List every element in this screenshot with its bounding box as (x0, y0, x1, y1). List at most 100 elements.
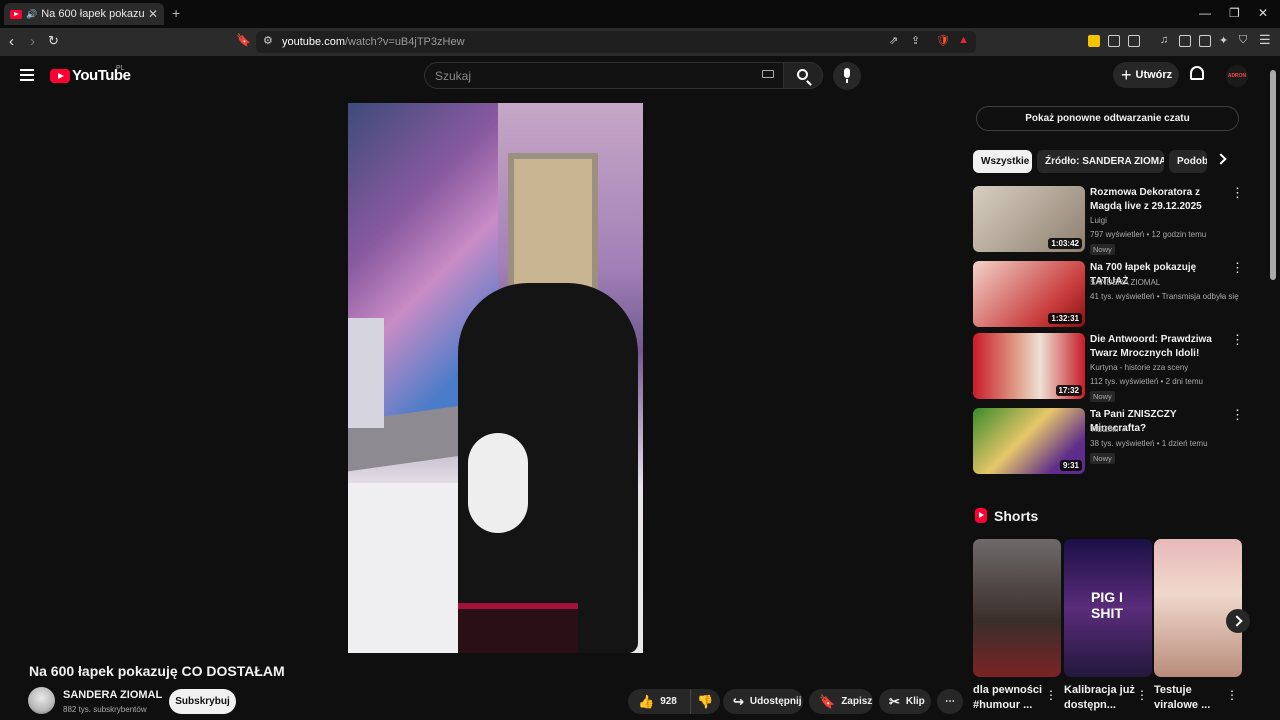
notifications-bell-icon[interactable] (1190, 66, 1204, 80)
recommendation-channel: SANDERA ZIOMAL (1090, 278, 1161, 287)
search-button[interactable] (783, 62, 823, 89)
shorts-heading: Shorts (994, 508, 1039, 524)
restore-icon[interactable]: ❐ (1229, 6, 1240, 20)
recommendation-item[interactable]: 17:32 Die Antwoord: Prawdziwa Twarz Mroc… (973, 333, 1244, 402)
short-title[interactable]: dla pewności #humour ... (973, 683, 1049, 713)
subscriber-count: 882 tys. subskrybentów (63, 705, 147, 714)
url-path: /watch?v=uB4jTP3zHew (344, 36, 465, 48)
short-title[interactable]: Kalibracja już dostępn... (1064, 683, 1140, 713)
menu-hamburger-icon[interactable] (20, 69, 34, 81)
more-options-icon[interactable]: ⋮ (1136, 688, 1148, 702)
more-options-icon[interactable]: ⋮ (1231, 261, 1244, 274)
share-page-icon[interactable]: ⇪ (911, 34, 920, 47)
short-title[interactable]: Testuje viralowe ... (1154, 683, 1230, 713)
chip-all[interactable]: Wszystkie (973, 150, 1032, 173)
search-box (424, 62, 784, 89)
recommendation-item[interactable]: 1:32:31 Na 700 łapek pokazuję TATUAŻ SAN… (973, 261, 1244, 329)
chevron-right-icon[interactable] (1215, 153, 1227, 165)
recommendation-meta: 38 tys. wyświetleń • 1 dzień temu (1090, 439, 1208, 448)
recommendation-item[interactable]: 9:31 Ta Pani ZNISZCZY Minecrafta? TIDZIM… (973, 408, 1244, 476)
voice-search-button[interactable] (833, 62, 861, 90)
new-tab-button[interactable]: + (172, 5, 180, 21)
forward-icon[interactable]: › (30, 33, 35, 50)
media-control-icon[interactable]: ♫ (1160, 34, 1168, 46)
plus-icon: + (1121, 65, 1132, 85)
back-icon[interactable]: ‹ (9, 33, 14, 50)
more-options-icon[interactable]: ⋮ (1231, 333, 1244, 346)
close-tab-icon[interactable]: ✕ (148, 7, 158, 21)
short-thumbnail[interactable]: PIG I SHIT (1064, 539, 1152, 677)
more-icon: ⋯ (945, 696, 955, 707)
scrollbar-thumb[interactable] (1270, 70, 1276, 280)
close-window-icon[interactable]: ✕ (1258, 6, 1268, 20)
like-button[interactable]: 👍 928 (628, 689, 690, 714)
brave-shields-icon[interactable]: 🛡 (936, 34, 950, 47)
video-thumbnail[interactable]: 17:32 (973, 333, 1085, 399)
recommendation-meta: 797 wyświetleń • 12 godzin temu (1090, 230, 1207, 239)
vpn-icon[interactable]: ⛉ (1239, 34, 1247, 47)
youtube-play-icon (50, 68, 70, 83)
recommendation-title: Rozmowa Dekoratora z Magdą live z 29.12.… (1090, 187, 1202, 212)
recommendation-item[interactable]: 1:03:42 Rozmowa Dekoratora z Magdą live … (973, 186, 1244, 255)
reload-icon[interactable]: ↻ (48, 33, 59, 49)
more-options-icon[interactable]: ⋮ (1231, 186, 1244, 199)
extension-icon[interactable] (1128, 35, 1140, 47)
video-player[interactable] (348, 103, 643, 653)
channel-name: TIDZIMI (1090, 425, 1119, 434)
dislike-button[interactable]: 👎 (690, 689, 720, 714)
channel-avatar[interactable] (28, 687, 55, 714)
more-options-icon[interactable]: ⋮ (1231, 408, 1244, 421)
extension-icon[interactable] (1088, 35, 1100, 47)
avatar[interactable]: ADRON (1226, 65, 1248, 87)
chat-replay-button[interactable]: Pokaż ponowne odtwarzanie czatu (976, 106, 1239, 131)
chip-related[interactable]: Podobne (1169, 150, 1207, 173)
recommendation-title: Die Antwoord: Prawdziwa Twarz Mrocznych … (1090, 334, 1212, 359)
create-label: Utwórz (1135, 69, 1173, 81)
video-thumbnail[interactable]: 9:31 (973, 408, 1085, 474)
thumbs-up-icon: 👍 (638, 693, 655, 709)
bookmark-icon[interactable]: 🔖 (236, 33, 251, 47)
shorts-next-button[interactable] (1226, 609, 1250, 633)
browser-tab[interactable]: 🔊 Na 600 łapek pokazuję CO D ✕ (4, 3, 164, 25)
youtube-logo[interactable]: YouTube PL (50, 65, 131, 84)
short-thumbnail[interactable] (973, 539, 1061, 677)
site-settings-icon[interactable]: ⚙ (263, 34, 273, 47)
more-options-icon[interactable]: ⋮ (1226, 688, 1238, 702)
search-input[interactable] (425, 63, 745, 88)
chip-source[interactable]: Źródło: SANDERA ZIOMAL (1037, 150, 1164, 173)
like-count: 928 (660, 696, 677, 707)
clip-button[interactable]: ✂ Klip (879, 689, 931, 714)
minimize-icon[interactable]: — (1199, 6, 1211, 20)
duration: 17:32 (1055, 385, 1082, 396)
subscribe-button[interactable]: Subskrybuj (169, 689, 236, 714)
more-options-icon[interactable]: ⋮ (1045, 688, 1057, 702)
menu-icon[interactable]: ☰ (1259, 32, 1271, 48)
video-thumbnail[interactable]: 1:32:31 (973, 261, 1085, 327)
address-bar[interactable]: youtube.com/watch?v=uB4jTP3zHew (256, 31, 976, 53)
video-thumbnail[interactable]: 1:03:42 (973, 186, 1085, 252)
duration: 9:31 (1059, 460, 1082, 471)
audio-playing-icon[interactable]: 🔊 (26, 9, 37, 20)
leo-ai-icon[interactable]: ✦ (1219, 34, 1228, 47)
search-icon (797, 69, 808, 80)
country-code: PL (116, 65, 125, 72)
url-host: youtube.com (282, 36, 345, 48)
more-actions-button[interactable]: ⋯ (937, 689, 963, 714)
new-badge: Nowy (1090, 244, 1115, 255)
verified-icon: ✔ (1121, 425, 1128, 434)
open-in-app-icon[interactable]: ⇗ (889, 34, 898, 47)
new-badge: Nowy (1090, 391, 1115, 402)
brave-rewards-icon[interactable]: ▲ (958, 34, 969, 46)
channel-name[interactable]: SANDERA ZIOMAL (63, 689, 162, 701)
wallet-icon[interactable] (1199, 35, 1211, 47)
keyboard-icon[interactable] (762, 70, 774, 78)
create-button[interactable]: + Utwórz (1113, 62, 1179, 88)
extension-icon[interactable] (1108, 35, 1120, 47)
short-thumbnail[interactable] (1154, 539, 1242, 677)
recommendation-channel: Kurtyna - historie zza sceny (1090, 363, 1189, 372)
sidebar-icon[interactable] (1179, 35, 1191, 47)
share-button[interactable]: ↪ Udostępnij (723, 689, 803, 714)
tab-title: Na 600 łapek pokazuję CO D (41, 8, 144, 20)
save-button[interactable]: 🔖 Zapisz (809, 689, 873, 714)
duration: 1:32:31 (1048, 313, 1082, 324)
